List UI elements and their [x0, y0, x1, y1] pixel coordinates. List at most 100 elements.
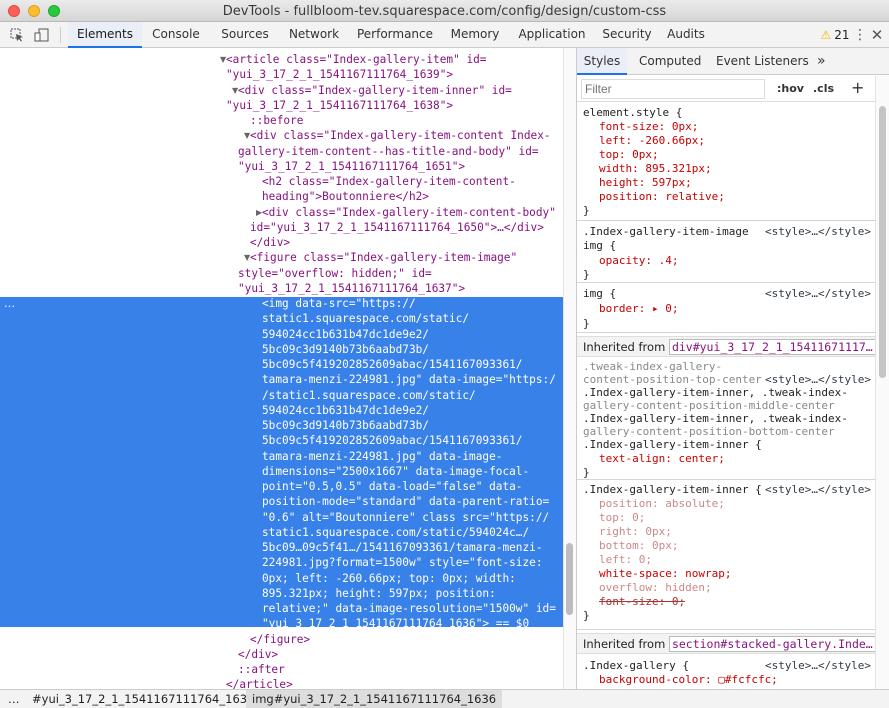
close-window-button[interactable] [8, 5, 20, 17]
elements-scroll-thumb[interactable] [566, 543, 573, 615]
selected-node-line[interactable]: 5bc09c3d9140b73b6aabd73b/ [0, 342, 563, 357]
zoom-window-button[interactable] [48, 5, 60, 17]
dom-node-line[interactable]: </div> [0, 235, 563, 250]
tab-event-listeners[interactable]: Event Listeners [716, 48, 809, 75]
style-property[interactable]: font-size: 0px; [599, 120, 698, 134]
expand-triangle-icon[interactable]: ▼ [244, 250, 250, 265]
dom-node-line[interactable]: heading">Boutonniere</h2> [0, 189, 563, 204]
tab-security[interactable]: Security [596, 22, 658, 48]
rule-selector[interactable]: .Index-gallery-item-inner, .tweak-index- [583, 412, 848, 426]
new-rule-button[interactable]: + [851, 78, 864, 97]
breadcrumb-img[interactable]: img#yui_3_17_2_1_1541167111764_1636 [246, 690, 503, 708]
dom-node-line[interactable]: <h2 class="Index-gallery-item-content- [0, 174, 563, 189]
style-property[interactable]: left: -260.66px; [599, 134, 705, 148]
elements-tree[interactable]: … <article class="Index-gallery-item" id… [0, 48, 576, 689]
inherited-node-link[interactable]: div#yui_3_17_2_1_15411671117… [668, 339, 875, 355]
tab-performance[interactable]: Performance [352, 22, 438, 48]
expand-triangle-icon[interactable]: ▶ [256, 205, 262, 220]
tab-sources[interactable]: Sources [214, 22, 276, 48]
style-property[interactable]: left: 0; [599, 553, 652, 567]
dom-node-line[interactable]: ::after [0, 662, 563, 677]
rule-source-link[interactable]: <style>…</style> [765, 659, 871, 673]
breadcrumb-ellipsis[interactable]: … [2, 690, 26, 708]
rule-source-link[interactable]: <style>…</style> [765, 483, 871, 497]
rule-selector[interactable]: gallery-content-position-bottom-center [583, 425, 835, 439]
style-property[interactable]: right: 0px; [599, 525, 672, 539]
dom-node-line[interactable]: id="yui_3_17_2_1_1541167111764_1650">…</… [0, 220, 563, 235]
minimize-window-button[interactable] [28, 5, 40, 17]
expand-triangle-icon[interactable]: ▼ [220, 52, 226, 67]
rule-source-link[interactable]: <style>…</style> [765, 225, 871, 239]
tab-styles[interactable]: Styles [577, 48, 627, 75]
rule-selector[interactable]: .tweak-index-gallery- [583, 360, 722, 374]
rule-selector[interactable]: .Index-gallery { [583, 659, 689, 673]
selected-node-line[interactable]: 895.321px; height: 597px; position: [0, 586, 563, 601]
dom-node-line[interactable]: </div> [0, 647, 563, 662]
dom-node-line[interactable]: "yui_3_17_2_1_1541167111764_1639"> [0, 67, 563, 82]
style-property[interactable]: position: absolute; [599, 497, 725, 511]
style-property[interactable]: bottom: 0px; [599, 539, 678, 553]
selected-node-line[interactable]: position-mode="standard" data-parent-rat… [0, 494, 563, 509]
selected-node-line[interactable]: /static1.squarespace.com/static/ [0, 388, 563, 403]
rule-selector[interactable]: content-position-top-center [583, 373, 762, 387]
warning-badge[interactable]: ⚠ 21 [819, 22, 851, 48]
rule-selector[interactable]: img { [583, 239, 616, 253]
rule-selector[interactable]: gallery-content-position-middle-center [583, 399, 835, 413]
style-property[interactable]: border: ▸ 0; [599, 302, 678, 316]
rule-selector[interactable]: img { [583, 287, 616, 301]
dom-node-line[interactable]: "yui_3_17_2_1_1541167111764_1638"> [0, 98, 563, 113]
rule-selector[interactable]: element.style { [583, 106, 682, 120]
more-tabs-button[interactable]: » [817, 48, 826, 75]
style-property[interactable]: opacity: .4; [599, 254, 678, 268]
rule-selector[interactable]: .Index-gallery-item-inner { [583, 438, 762, 452]
style-property[interactable]: position: relative; [599, 190, 725, 204]
dom-node-line[interactable]: <article class="Index-gallery-item" id= [0, 52, 563, 67]
selected-node-line[interactable]: tamara-menzi-224981.jpg" data-image- [0, 449, 563, 464]
selected-node-line[interactable]: 224981.jpg?format=1500w" style="font-siz… [0, 555, 563, 570]
style-property[interactable]: width: 895.321px; [599, 162, 712, 176]
dom-node-line[interactable]: "yui_3_17_2_1_1541167111764_1637"> [0, 281, 563, 296]
rule-close[interactable]: } [583, 268, 590, 282]
tab-network[interactable]: Network [282, 22, 346, 48]
breadcrumb-figure[interactable]: #yui_3_17_2_1_1541167111764_1637 [26, 690, 260, 708]
expand-triangle-icon[interactable]: ▼ [232, 83, 238, 98]
filter-input[interactable] [581, 79, 765, 99]
device-toggle-icon[interactable] [30, 22, 54, 48]
dom-node-line[interactable]: gallery-item-content--has-title-and-body… [0, 144, 563, 159]
selected-node-line[interactable]: "0.6" alt="Boutonniere" class src="https… [0, 510, 563, 525]
style-property[interactable]: font-size: 0; [599, 595, 685, 609]
dom-node-line[interactable]: <div class="Index-gallery-item-content I… [0, 128, 563, 143]
selected-node-line[interactable]: relative;" data-image-resolution="1500w"… [0, 601, 563, 616]
dom-node-line[interactable]: ::before [0, 113, 563, 128]
selected-node-line[interactable]: 594024cc1b631b47dc1de9e2/ [0, 403, 563, 418]
cls-toggle[interactable]: .cls [813, 82, 834, 95]
tab-audits[interactable]: Audits [664, 22, 708, 48]
dom-node-line[interactable]: </figure> [0, 632, 563, 647]
rule-selector[interactable]: .Index-gallery-item-inner { [583, 483, 762, 497]
style-property[interactable]: background-color: ▢#fcfcfc; [599, 673, 778, 687]
style-property[interactable]: top: 0; [599, 511, 645, 525]
selected-node-line[interactable]: 5bc09c3d9140b73b6aabd73b/ [0, 418, 563, 433]
hov-toggle[interactable]: :hov [777, 82, 804, 95]
style-property[interactable]: overflow: hidden; [599, 581, 712, 595]
rule-selector[interactable]: .Index-gallery-item-inner, .tweak-index- [583, 386, 848, 400]
selected-node-line[interactable]: 0px; left: -260.66px; top: 0px; width: [0, 571, 563, 586]
selected-node-line[interactable]: static1.squarespace.com/static/ [0, 311, 563, 326]
selected-node-line[interactable]: 5bc09…09c5f41…/1541167093361/tamara-menz… [0, 540, 563, 555]
selected-node-line[interactable]: static1.squarespace.com/static/594024c…/ [0, 525, 563, 540]
tab-computed[interactable]: Computed [639, 48, 701, 75]
dom-node-line[interactable]: </article> [0, 677, 563, 689]
selected-node-line[interactable]: 5bc09c5f419202852609abac/1541167093361/ [0, 433, 563, 448]
tab-application[interactable]: Application [512, 22, 592, 48]
rule-source-link[interactable]: <style>…</style> [765, 287, 871, 301]
tab-elements[interactable]: Elements [68, 22, 142, 48]
style-property[interactable]: text-align: center; [599, 452, 725, 466]
rule-close[interactable]: } [583, 204, 590, 218]
dom-node-line[interactable]: <div class="Index-gallery-item-content-b… [0, 205, 563, 220]
selected-node-line[interactable]: 594024cc1b631b47dc1de9e2/ [0, 327, 563, 342]
inherited-node-link[interactable]: section#stacked-gallery.Inde… [668, 636, 875, 652]
rule-selector[interactable]: .Index-gallery-item-image [583, 225, 749, 239]
selected-node-line[interactable]: tamara-menzi-224981.jpg" data-image="htt… [0, 372, 563, 387]
close-icon[interactable]: ✕ [868, 22, 886, 48]
tab-memory[interactable]: Memory [444, 22, 506, 48]
